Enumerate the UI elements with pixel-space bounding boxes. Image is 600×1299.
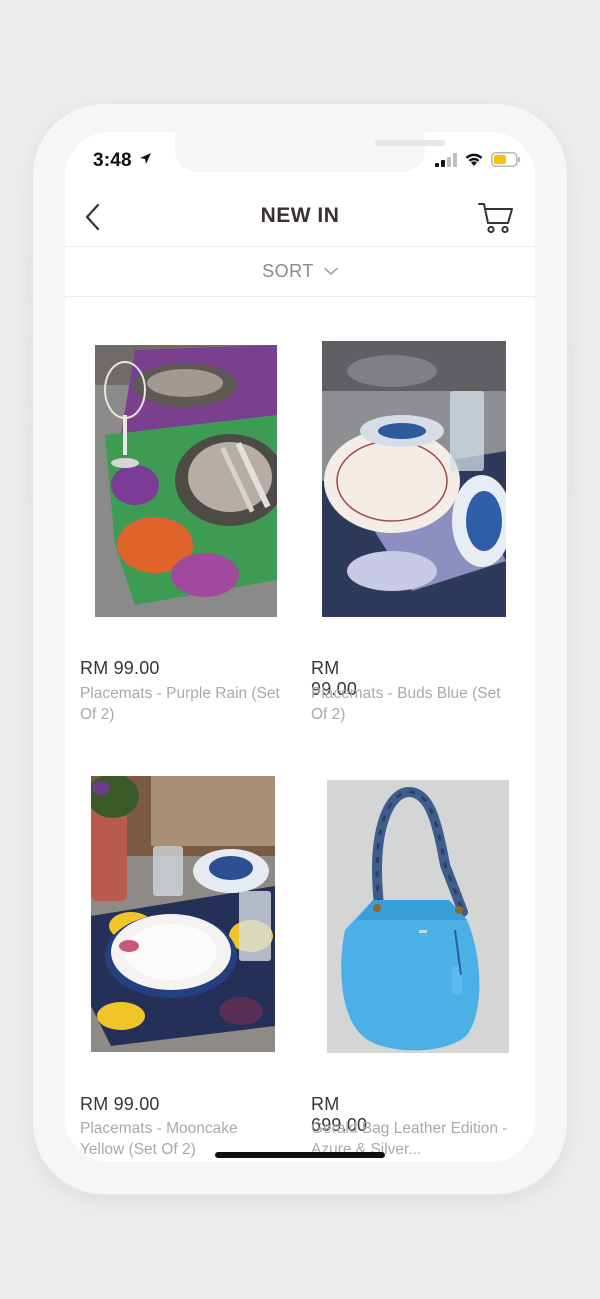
placemat-blue-image [322,341,506,617]
location-arrow-icon [140,153,152,164]
page-title: NEW IN [260,204,340,227]
phone-volume-down [27,428,32,498]
product-name[interactable]: Placemats - Buds Blue (Set Of 2) [311,683,511,725]
cart-button[interactable] [477,201,515,235]
product-image[interactable] [91,776,275,1052]
product-price: RM 99.00 [80,1094,160,1114]
blue-handbag-image [327,780,509,1053]
app-screen: 3:48 NEW IN SORT RM 99.00 Placemats - Pu… [65,132,535,1162]
phone-power-button [568,345,573,490]
product-image[interactable] [327,780,509,1053]
status-icons [435,152,521,167]
battery-low-icon [491,152,521,167]
sort-button[interactable]: SORT [65,247,535,297]
placemat-purple-image [95,345,277,617]
speaker [375,140,445,146]
product-image[interactable] [95,345,277,617]
navigation-bar: NEW IN [65,190,535,247]
shopping-cart-icon [478,203,513,234]
status-time: 3:48 [93,150,152,172]
cellular-signal-icon [435,152,457,167]
phone-mute-switch [27,258,32,300]
home-indicator[interactable] [215,1152,385,1158]
product-name[interactable]: Placemats - Purple Rain (Set Of 2) [80,683,280,725]
status-time-text: 3:48 [93,150,132,171]
notch [175,132,445,172]
chevron-down-icon [324,267,338,276]
product-price: RM 99.00 [80,658,160,678]
product-image[interactable] [322,341,506,617]
wifi-icon [465,153,483,166]
phone-volume-up [27,338,32,408]
sort-label: SORT [262,261,314,281]
placemat-yellow-image [91,776,275,1052]
